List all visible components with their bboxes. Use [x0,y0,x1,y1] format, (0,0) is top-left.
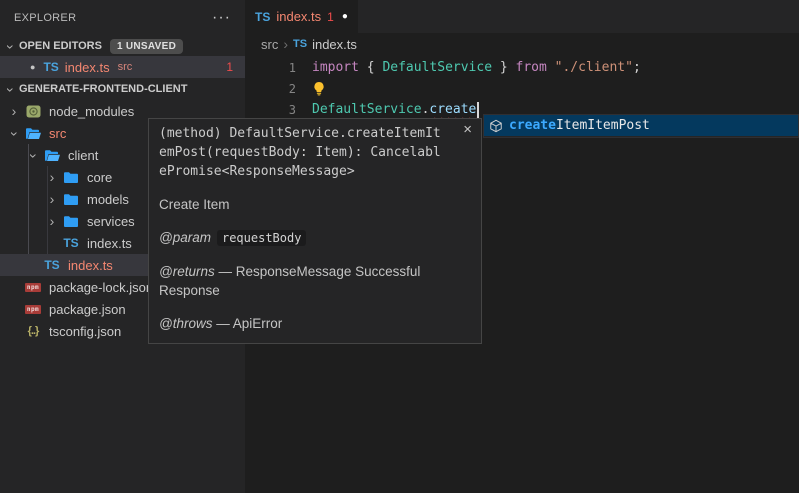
code-line-2[interactable]: 2 [245,78,799,99]
tree-item-label: node_modules [49,104,134,119]
code-token: import [312,60,359,75]
more-actions-icon[interactable]: ··· [212,13,231,23]
error-count-badge: 1 [226,60,233,74]
chevron-down-icon: › [3,83,19,97]
npm-icon: npm [25,283,41,292]
suggest-match-text: create [509,118,556,133]
code-token: from [516,60,547,75]
chevron-right-icon[interactable]: › [45,169,59,185]
line-number: 1 [245,61,296,75]
code-token: DefaultService [382,60,492,75]
hover-tooltip: × (method) DefaultService.createItemItem… [148,118,482,344]
code-line-1[interactable]: 1 import { DefaultService } from "./clien… [245,57,799,78]
open-editor-detail: src [118,61,133,73]
chevron-right-icon[interactable]: › [7,103,21,119]
lightbulb-icon[interactable] [312,81,327,96]
chevron-down-icon[interactable]: › [26,149,42,163]
code-token: } [492,60,515,75]
tree-item-label: models [87,192,129,207]
suggest-rest-text: ItemItemPost [556,118,650,133]
dash: — [216,316,230,331]
param-tag: @param [159,230,211,245]
tab-bar: TS index.ts 1 ● [245,0,799,33]
hover-throws-row: @throws — ApiError [159,314,471,333]
breadcrumb-folder[interactable]: src [261,37,278,52]
tab-filename: index.ts [276,9,321,24]
ts-icon: TS [43,60,58,74]
param-name-chip: requestBody [217,230,306,246]
tree-item-label: index.ts [87,236,132,251]
text-cursor [477,102,479,118]
vscode-window: { "colors": { "sidebar_bg": "#252526", "… [0,0,799,493]
tab-dirty-dot-icon[interactable]: ● [342,11,348,22]
suggest-item-createItemItemPost[interactable]: createItemItemPost [484,115,798,136]
open-editor-item-indexts[interactable]: ● TS index.ts src 1 [0,56,245,78]
returns-tag: @returns [159,264,215,279]
code-token: { [359,60,382,75]
tree-item-label: src [49,126,66,141]
open-editors-label: OPEN EDITORS [19,40,102,52]
throws-tag: @throws [159,316,212,331]
folder-open-icon [44,149,61,162]
tree-item-label: client [68,148,98,163]
code-token: "./client" [555,60,633,75]
chevron-right-icon[interactable]: › [45,213,59,229]
ts-icon: TS [293,38,307,50]
close-icon[interactable]: × [463,123,472,137]
open-editors-section-header[interactable]: › OPEN EDITORS 1 UNSAVED [0,36,245,56]
project-label: GENERATE-FRONTEND-CLIENT [19,83,187,95]
dash: — [219,264,233,279]
breadcrumb-file[interactable]: index.ts [312,37,357,52]
tab-indexts[interactable]: TS index.ts 1 ● [245,0,358,33]
project-section-header[interactable]: › GENERATE-FRONTEND-CLIENT [0,78,245,100]
ts-icon: TS [255,10,270,24]
hover-returns-row: @returns — ResponseMessage Successful Re… [159,262,471,300]
code-token [547,60,555,75]
json-icon: {..} [28,325,39,337]
tree-item-label: package-lock.json [49,280,153,295]
explorer-header: EXPLORER ··· [0,0,245,36]
folder-icon [63,171,79,184]
unsaved-badge: 1 UNSAVED [110,39,183,54]
folder-open-icon [25,127,42,140]
explorer-title: EXPLORER [14,12,76,24]
ts-icon: TS [44,258,59,272]
code-token: . [422,102,430,117]
line-number: 2 [245,82,296,96]
tree-item-label: core [87,170,112,185]
breadcrumb: src › TS index.ts [245,33,799,55]
ts-icon: TS [63,236,78,250]
breadcrumb-separator-icon: › [283,36,288,52]
dirty-dot-icon[interactable]: ● [30,62,35,72]
code-token: ; [633,60,641,75]
symbol-method-cube-icon [489,119,503,133]
folder-icon [63,215,79,228]
code-editor[interactable]: 1 import { DefaultService } from "./clien… [245,55,799,120]
code-token: DefaultService [312,102,422,117]
npm-icon: npm [25,305,41,314]
chevron-down-icon[interactable]: › [7,127,23,141]
line-number: 3 [245,103,296,117]
tab-error-count: 1 [327,10,334,24]
open-editor-filename: index.ts [65,60,110,75]
hover-signature: (method) DefaultService.createItemItemPo… [159,124,441,181]
node-modules-folder-icon [26,105,41,118]
folder-icon [63,193,79,206]
chevron-down-icon: › [3,40,19,54]
hover-description: Create Item [159,195,471,214]
hover-param-row: @param requestBody [159,228,471,248]
tree-item-label: tsconfig.json [49,324,121,339]
tree-item-label: package.json [49,302,126,317]
tree-item-label: index.ts [68,258,113,273]
throws-text: ApiError [233,316,283,331]
chevron-right-icon[interactable]: › [45,191,59,207]
tree-item-label: services [87,214,135,229]
code-token: create [429,102,476,117]
suggest-widget: createItemItemPost [483,114,799,138]
